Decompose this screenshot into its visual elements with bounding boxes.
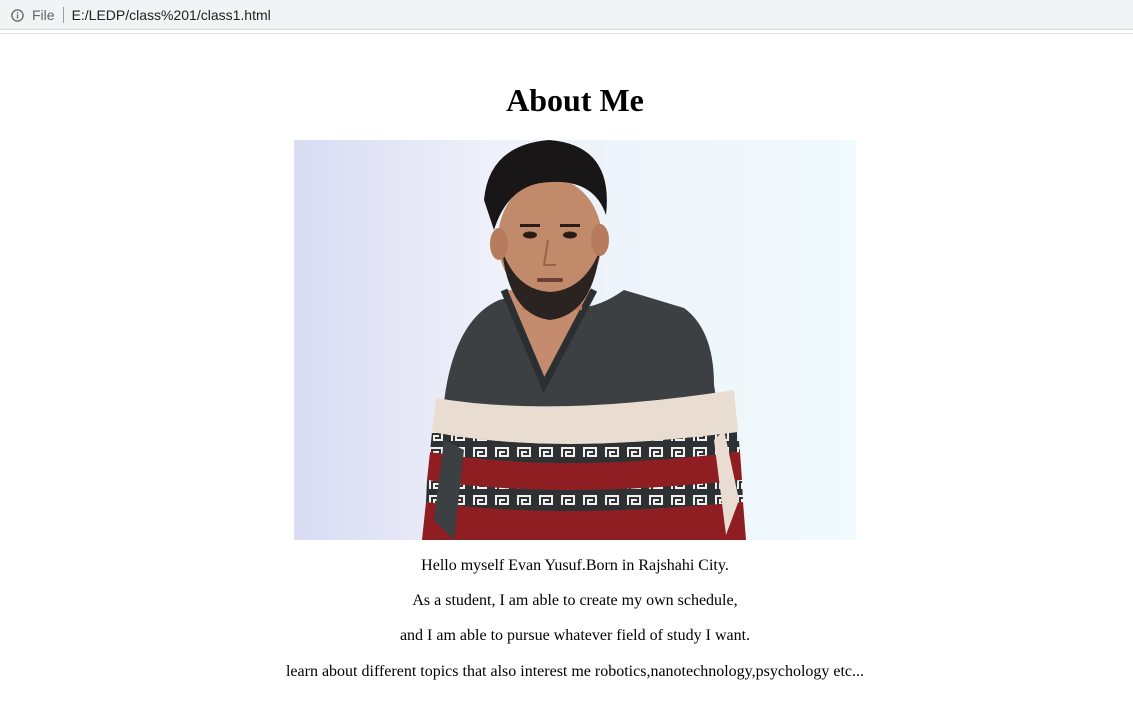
file-scheme-label: File — [32, 7, 55, 23]
url-text[interactable]: E:/LEDP/class%201/class1.html — [72, 7, 271, 23]
intro-line-1: Hello myself Evan Yusuf.Born in Rajshahi… — [421, 557, 729, 574]
page-title: About Me — [506, 82, 644, 118]
intro-line-2: As a student, I am able to create my own… — [412, 592, 738, 609]
info-icon[interactable] — [11, 8, 24, 22]
profile-photo — [294, 140, 856, 540]
intro-line-4: learn about different topics that also i… — [285, 663, 865, 680]
intro-line-3: and I am able to pursue whatever field o… — [399, 627, 751, 644]
browser-toolbar: File E:/LEDP/class%201/class1.html — [0, 0, 1133, 30]
page-content: About Me Hello myself Evan Yusuf.Born in… — [0, 34, 1133, 715]
address-separator — [62, 7, 64, 23]
address-bar[interactable]: File E:/LEDP/class%201/class1.html — [0, 1, 1133, 29]
